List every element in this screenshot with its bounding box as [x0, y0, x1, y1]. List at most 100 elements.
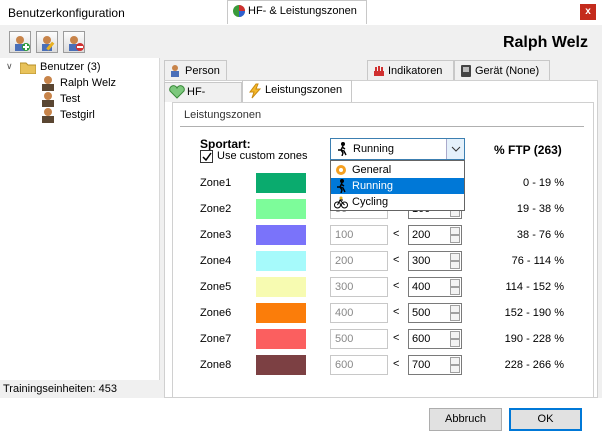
zone-from-input: 200	[330, 251, 388, 271]
ok-button[interactable]: OK	[509, 408, 582, 431]
zone-color-swatch[interactable]	[256, 173, 306, 193]
zone-percent: 152 - 190 %	[504, 307, 564, 319]
person-icon	[171, 65, 179, 77]
lightning-icon	[249, 83, 262, 99]
spin-down-button[interactable]	[450, 235, 460, 243]
zone-color-swatch[interactable]	[256, 199, 306, 219]
spinner-value: 200	[412, 229, 431, 241]
tab-hf-leistungszonen[interactable]: HF- & Leistungszonen	[227, 0, 367, 24]
tree-user-0[interactable]: Ralph Welz	[40, 75, 116, 92]
zone-percent: 190 - 228 %	[504, 333, 564, 345]
zone-percent: 76 - 114 %	[511, 255, 564, 267]
sport-option-running[interactable]: Running	[331, 178, 464, 194]
use-custom-zones-label: Use custom zones	[217, 150, 308, 162]
training-units-status: Trainingseinheiten: 453	[0, 380, 160, 398]
tree-user-label: Testgirl	[60, 109, 95, 121]
zone-color-swatch[interactable]	[256, 225, 306, 245]
edit-user-button[interactable]	[36, 31, 58, 53]
less-than-sign: <	[393, 280, 400, 292]
zone-color-swatch[interactable]	[256, 251, 306, 271]
tab-geraet[interactable]: Gerät (None)	[454, 60, 550, 82]
spin-up-button[interactable]	[450, 331, 460, 339]
tab-indikatoren[interactable]: Indikatoren	[367, 60, 454, 82]
zone-from-input: 400	[330, 303, 388, 323]
ftp-header: % FTP (263)	[494, 143, 562, 157]
bicycle-icon	[334, 196, 348, 209]
spin-down-button[interactable]	[450, 287, 460, 295]
zone-label: Zone2	[200, 203, 232, 215]
zone-to-spinner[interactable]: 400	[408, 277, 462, 297]
zone-to-spinner[interactable]: 500	[408, 303, 462, 323]
zone-to-spinner[interactable]: 600	[408, 329, 462, 349]
sport-dropdown-list: General Running Cycling	[330, 160, 465, 211]
delete-user-icon	[69, 36, 84, 51]
toolbar: Ralph Welz	[0, 26, 602, 60]
subtab-hf-zonen[interactable]: HF-Zonen	[164, 82, 242, 117]
zone-to-spinner[interactable]: 300	[408, 251, 462, 271]
window-title: Benutzerkonfiguration	[8, 6, 125, 20]
zone-color-swatch[interactable]	[256, 277, 306, 297]
zone-color-swatch[interactable]	[256, 329, 306, 349]
spinner-value: 300	[412, 255, 431, 267]
sport-option-cycling[interactable]: Cycling	[331, 194, 464, 210]
tab-label: HF- & Leistungszonen	[248, 5, 357, 17]
spin-down-button[interactable]	[450, 339, 460, 347]
zone-from-input: 500	[330, 329, 388, 349]
tree-user-label: Test	[60, 93, 81, 105]
tree-collapse-icon[interactable]: ∨	[6, 61, 13, 72]
zone-label: Zone3	[200, 229, 232, 241]
tab-label: Person	[185, 65, 220, 77]
less-than-sign: <	[393, 358, 400, 370]
spin-up-button[interactable]	[450, 305, 460, 313]
tab-person[interactable]: Person	[164, 60, 227, 82]
checkbox-box[interactable]	[200, 150, 213, 163]
zone-percent: 114 - 152 %	[505, 281, 564, 293]
zones-pie-icon	[233, 5, 245, 17]
less-than-sign: <	[393, 228, 400, 240]
sportart-label: Sportart:	[200, 137, 251, 151]
zone-color-swatch[interactable]	[256, 303, 306, 323]
zone-to-spinner[interactable]: 700	[408, 355, 462, 375]
spin-up-button[interactable]	[450, 227, 460, 235]
user-icon	[42, 92, 54, 108]
zone-from-input: 600	[330, 355, 388, 375]
subtab-leistungszonen[interactable]: Leistungszonen	[242, 80, 352, 102]
folder-icon	[20, 62, 36, 74]
spin-down-button[interactable]	[450, 365, 460, 373]
spin-down-button[interactable]	[450, 261, 460, 269]
chevron-down-icon	[451, 146, 461, 152]
zone-label: Zone8	[200, 359, 232, 371]
zone-color-swatch[interactable]	[256, 355, 306, 375]
sport-option-general[interactable]: General	[331, 162, 464, 178]
tree-user-1[interactable]: Test	[40, 91, 81, 108]
close-button[interactable]: x	[580, 4, 596, 20]
zone-from-input: 300	[330, 277, 388, 297]
device-icon	[461, 65, 471, 77]
spin-up-button[interactable]	[450, 357, 460, 365]
zone-label: Zone4	[200, 255, 232, 267]
spin-down-button[interactable]	[450, 313, 460, 321]
user-tree: ∨ Benutzer (3) Ralph Welz Test Testgirl	[0, 58, 160, 380]
option-label: General	[352, 164, 392, 176]
sport-select[interactable]: Running	[330, 138, 465, 160]
zone-label: Zone1	[200, 177, 232, 189]
tree-user-2[interactable]: Testgirl	[40, 107, 95, 124]
user-icon	[42, 76, 54, 92]
option-label: Cycling	[352, 196, 389, 208]
zone-label: Zone5	[200, 281, 232, 293]
add-user-button[interactable]	[9, 31, 31, 53]
cancel-button[interactable]: Abbruch	[429, 408, 502, 431]
spin-up-button[interactable]	[450, 279, 460, 287]
less-than-sign: <	[393, 306, 400, 318]
heart-icon	[169, 85, 185, 99]
zone-percent: 38 - 76 %	[516, 229, 564, 241]
spin-up-button[interactable]	[450, 253, 460, 261]
zone-from-input: 100	[330, 225, 388, 245]
delete-user-button[interactable]	[63, 31, 85, 53]
checkmark-icon	[202, 152, 212, 162]
add-user-icon	[15, 36, 30, 51]
zone-to-spinner[interactable]: 200	[408, 225, 462, 245]
tree-root[interactable]: Benutzer (3)	[20, 59, 101, 75]
select-dropdown-button[interactable]	[446, 139, 464, 159]
zone-percent: 0 - 19 %	[523, 177, 564, 189]
